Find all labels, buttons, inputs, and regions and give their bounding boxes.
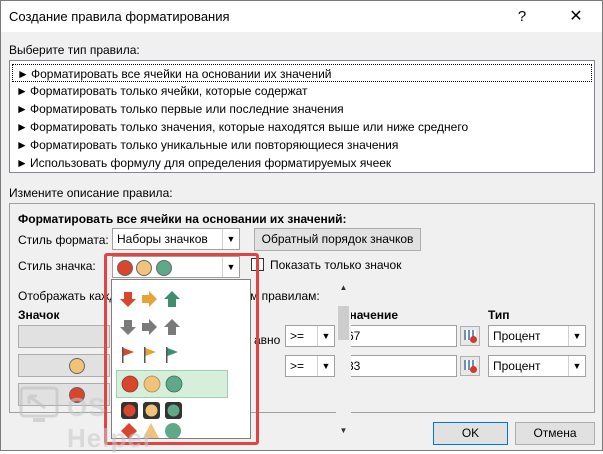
arrow-right-icon: ► <box>16 120 28 134</box>
icon-style-label: Стиль значка: <box>18 259 96 273</box>
type-2-select[interactable]: Процент ▼ <box>488 355 586 377</box>
column-type-header: Тип <box>488 308 510 322</box>
rule-type-item[interactable]: ► Форматировать только уникальные или пов… <box>12 136 592 154</box>
format-style-select[interactable]: Наборы значков ▼ <box>112 228 240 250</box>
value-2-input[interactable]: 33 <box>342 355 457 377</box>
rule-type-label: Выберите тип правила: <box>9 43 140 57</box>
type-1-select[interactable]: Процент ▼ <box>488 325 586 347</box>
watermark-text: OS Helper <box>67 392 154 453</box>
rule-type-item[interactable]: ► Форматировать все ячейки на основании и… <box>12 64 592 82</box>
operator-1-select[interactable]: >= ▼ <box>285 325 335 347</box>
rule-type-list[interactable]: ► Форматировать все ячейки на основании и… <box>9 60 595 173</box>
arrow-right-icon: ► <box>16 156 28 170</box>
range-picker-icon[interactable] <box>460 326 480 346</box>
cancel-button[interactable]: Отмена <box>515 422 595 445</box>
rule-type-item[interactable]: ► Форматировать только ячейки, которые со… <box>12 82 592 100</box>
chevron-down-icon: ▼ <box>222 229 239 249</box>
arrow-right-icon: ► <box>16 102 28 116</box>
watermark-monitor-icon <box>19 386 59 422</box>
chevron-down-icon: ▼ <box>317 356 334 376</box>
arrow-right-icon: ► <box>16 138 28 152</box>
reverse-icon-order-button[interactable]: Обратный порядок значков <box>254 228 421 251</box>
chevron-down-icon: ▼ <box>317 326 334 346</box>
chevron-down-icon: ▼ <box>568 356 585 376</box>
rule-type-item[interactable]: ► Форматировать только первые или последн… <box>12 100 592 118</box>
dropdown-scrollbar[interactable]: ▲ ▼ <box>336 280 351 438</box>
arrow-right-icon: ► <box>17 67 29 81</box>
scroll-thumb[interactable] <box>338 306 349 340</box>
dialog-title: Создание правила форматирования <box>9 9 230 24</box>
watermark: OS Helper <box>19 386 199 453</box>
format-rule-dialog: Создание правила форматирования ? ✕ Выбе… <box>0 0 603 453</box>
chevron-down-icon: ▼ <box>568 326 585 346</box>
icon-1-select[interactable] <box>18 325 110 348</box>
range-picker-icon[interactable] <box>460 356 480 376</box>
description-label: Измените описание правила: <box>9 186 173 200</box>
arrow-right-icon: ► <box>16 84 28 98</box>
operator-2-select[interactable]: >= ▼ <box>285 355 335 377</box>
column-icon-header: Значок <box>18 308 60 322</box>
title-bar: Создание правила форматирования ? ✕ <box>1 1 602 32</box>
value-1-input[interactable]: 67 <box>342 325 457 347</box>
format-style-label: Стиль формата: <box>18 233 109 247</box>
help-button[interactable]: ? <box>507 5 537 29</box>
display-rules-label-tail: м правилам: <box>250 289 320 303</box>
icon-2-select[interactable] <box>18 354 110 377</box>
ok-button[interactable]: OK <box>433 422 508 445</box>
rule-type-item[interactable]: ► Использовать формулу для определения фо… <box>12 154 592 172</box>
description-heading: Форматировать все ячейки на основании их… <box>18 212 347 226</box>
scroll-up-icon[interactable]: ▲ <box>336 280 351 295</box>
show-icon-only-label: Показать только значок <box>270 258 402 272</box>
rule-description-panel: Форматировать все ячейки на основании их… <box>9 203 595 413</box>
close-button[interactable]: ✕ <box>556 5 596 29</box>
display-rules-label: Отображать кажд <box>18 289 117 303</box>
yellow-circle-icon <box>69 358 85 374</box>
scroll-down-icon[interactable]: ▼ <box>336 423 351 438</box>
rule-type-item[interactable]: ► Форматировать только значения, которые … <box>12 118 592 136</box>
